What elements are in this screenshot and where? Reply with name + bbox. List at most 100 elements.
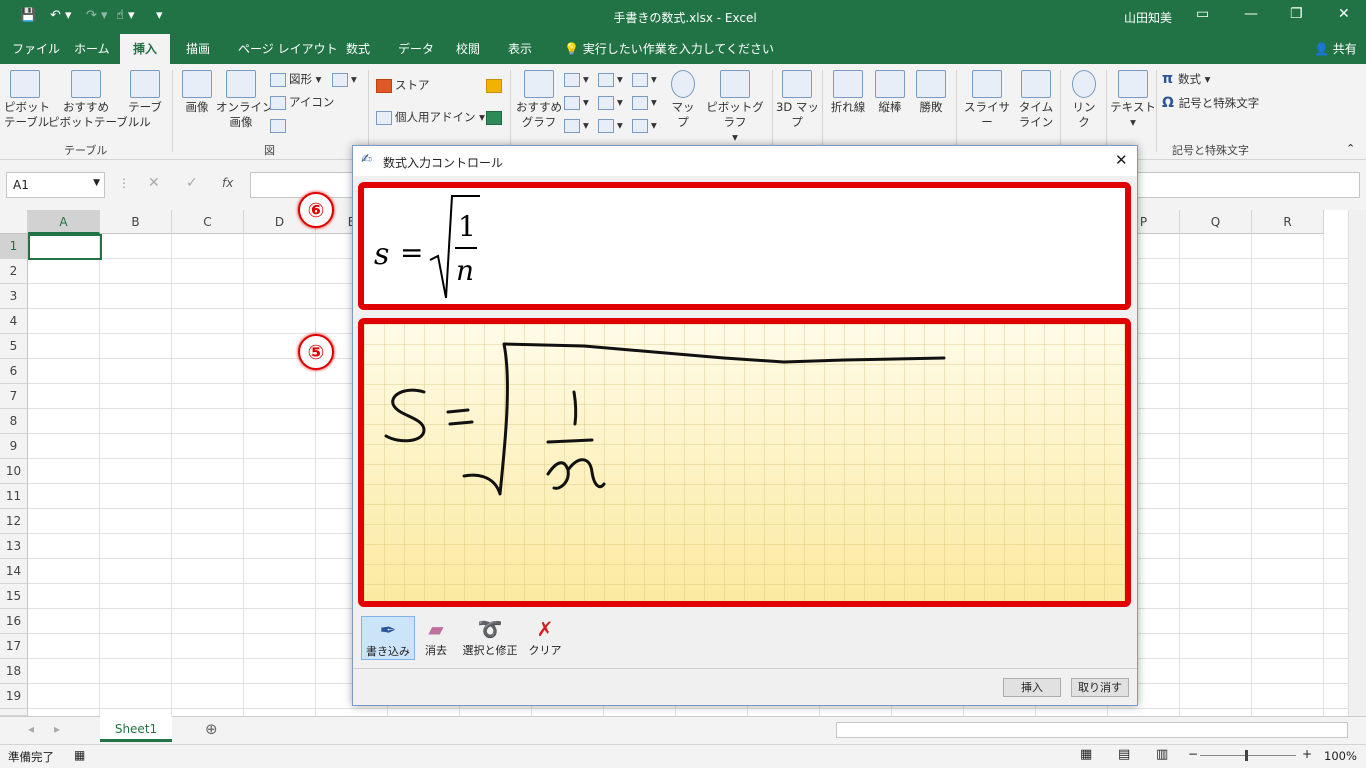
store-button[interactable]: ストア bbox=[376, 78, 430, 93]
tab-review[interactable]: 校閲 bbox=[448, 34, 488, 64]
link-button[interactable]: リン ク bbox=[1064, 70, 1104, 130]
handwriting-canvas[interactable] bbox=[358, 318, 1131, 607]
line-chart-button[interactable]: ▾ bbox=[564, 95, 589, 110]
minimize-icon[interactable]: — bbox=[1244, 6, 1258, 22]
tell-me-search[interactable]: 💡 実行したい作業を入力してください bbox=[556, 34, 782, 64]
column-header-q[interactable]: Q bbox=[1180, 210, 1252, 234]
symbol-button[interactable]: Ω 記号と特殊文字 bbox=[1162, 96, 1259, 111]
zoom-slider-thumb[interactable] bbox=[1245, 750, 1248, 761]
write-tool-button[interactable]: ✒ 書き込み bbox=[361, 616, 415, 660]
pivot-table-button[interactable]: ピボット テーブル bbox=[4, 70, 50, 130]
row-header-11[interactable]: 11 bbox=[0, 484, 28, 509]
tab-draw[interactable]: 描画 bbox=[178, 34, 218, 64]
customize-qat-icon[interactable]: ▾ bbox=[156, 8, 163, 23]
radar-chart-button[interactable]: ▾ bbox=[632, 118, 657, 133]
row-header-1[interactable]: 1 bbox=[0, 234, 28, 259]
my-addins-button[interactable]: 個人用アドイン ▾ bbox=[376, 110, 485, 125]
tab-data[interactable]: データ bbox=[390, 34, 442, 64]
tab-formulas[interactable]: 数式 bbox=[338, 34, 378, 64]
row-header-12[interactable]: 12 bbox=[0, 509, 28, 534]
hierarchy-chart-button[interactable]: ▾ bbox=[598, 72, 623, 87]
chevron-down-icon[interactable]: ▼ bbox=[93, 178, 100, 188]
bing-maps-button[interactable] bbox=[486, 78, 505, 93]
sheet-tab[interactable]: Sheet1 bbox=[100, 716, 172, 742]
insert-button[interactable]: 挿入 bbox=[1003, 678, 1061, 697]
row-header-14[interactable]: 14 bbox=[0, 559, 28, 584]
text-button[interactable]: テキスト ▾ bbox=[1110, 70, 1156, 130]
row-header-15[interactable]: 15 bbox=[0, 584, 28, 609]
column-header-c[interactable]: C bbox=[172, 210, 244, 234]
column-header-r[interactable]: R bbox=[1252, 210, 1324, 234]
cancel-button[interactable]: 取り消す bbox=[1071, 678, 1129, 697]
tab-page-layout[interactable]: ページ レイアウト bbox=[230, 34, 346, 64]
row-header-9[interactable]: 9 bbox=[0, 434, 28, 459]
horizontal-scrollbar[interactable] bbox=[836, 722, 1348, 738]
selected-cell[interactable] bbox=[28, 234, 102, 260]
row-header-18[interactable]: 18 bbox=[0, 659, 28, 684]
tab-home[interactable]: ホーム bbox=[66, 34, 118, 64]
undo-icon[interactable]: ↶ ▾ bbox=[50, 8, 72, 23]
column-header-a[interactable]: A bbox=[28, 210, 100, 234]
row-header-3[interactable]: 3 bbox=[0, 284, 28, 309]
column-header-b[interactable]: B bbox=[100, 210, 172, 234]
tab-file[interactable]: ファイル bbox=[4, 34, 68, 64]
online-picture-button[interactable]: オンライン 画像 bbox=[216, 70, 274, 130]
timeline-button[interactable]: タイム ライン bbox=[1016, 70, 1056, 130]
equation-button[interactable]: π 数式 ▾ bbox=[1162, 72, 1210, 87]
page-layout-view-icon[interactable]: ▤ bbox=[1118, 747, 1130, 762]
table-button[interactable]: テーブル bbox=[124, 70, 166, 130]
confirm-entry-icon[interactable]: ✓ bbox=[186, 175, 198, 191]
picture-button[interactable]: 画像 bbox=[180, 70, 214, 115]
row-header-4[interactable]: 4 bbox=[0, 309, 28, 334]
row-header-10[interactable]: 10 bbox=[0, 459, 28, 484]
row-header-17[interactable]: 17 bbox=[0, 634, 28, 659]
sheet-next-icon[interactable]: ▸ bbox=[54, 722, 60, 736]
share-button[interactable]: 👤 共有 bbox=[1306, 34, 1365, 64]
sparkline-column-button[interactable]: 縦棒 bbox=[872, 70, 908, 115]
tab-insert[interactable]: 挿入 bbox=[120, 34, 170, 64]
maximize-icon[interactable]: ❐ bbox=[1290, 6, 1303, 22]
3d-model-button[interactable] bbox=[270, 118, 289, 133]
row-header-6[interactable]: 6 bbox=[0, 359, 28, 384]
user-name[interactable]: 山田知美 bbox=[1124, 9, 1172, 26]
select-correct-tool-button[interactable]: ➰ 選択と修正 bbox=[459, 616, 521, 660]
row-header-8[interactable]: 8 bbox=[0, 409, 28, 434]
icons-button[interactable]: アイコン bbox=[270, 95, 334, 110]
page-break-view-icon[interactable]: ▥ bbox=[1156, 747, 1168, 762]
3d-map-button[interactable]: 3D マッ プ bbox=[776, 70, 819, 130]
scatter-chart-button[interactable]: ▾ bbox=[598, 118, 623, 133]
macro-record-icon[interactable]: ▦ bbox=[74, 748, 85, 762]
pivot-chart-button[interactable]: ピボットグラフ ▾ bbox=[702, 70, 768, 145]
zoom-in-icon[interactable]: + bbox=[1302, 747, 1312, 761]
zoom-level[interactable]: 100% bbox=[1324, 749, 1357, 763]
collapse-ribbon-icon[interactable]: ⌃ bbox=[1346, 142, 1355, 155]
redo-icon[interactable]: ↷ ▾ bbox=[86, 8, 108, 23]
sparkline-winloss-button[interactable]: 勝敗 bbox=[912, 70, 950, 115]
erase-tool-button[interactable]: ▰ 消去 bbox=[419, 616, 453, 660]
zoom-slider[interactable] bbox=[1200, 755, 1296, 756]
add-sheet-icon[interactable]: ⊕ bbox=[205, 720, 218, 738]
close-icon[interactable]: ✕ bbox=[1115, 151, 1128, 169]
row-header-2[interactable]: 2 bbox=[0, 259, 28, 284]
column-chart-button[interactable]: ▾ bbox=[564, 72, 589, 87]
recommended-pivot-button[interactable]: おすすめ ピボットテーブル bbox=[48, 70, 139, 130]
select-all-corner[interactable] bbox=[0, 210, 28, 234]
slicer-button[interactable]: スライサー bbox=[960, 70, 1014, 130]
people-graph-button[interactable] bbox=[486, 110, 505, 125]
sheet-prev-icon[interactable]: ◂ bbox=[28, 722, 34, 736]
row-header-20[interactable]: 20 bbox=[0, 709, 28, 728]
waterfall-chart-button[interactable]: ▾ bbox=[632, 72, 657, 87]
row-header-5[interactable]: 5 bbox=[0, 334, 28, 359]
recommended-charts-button[interactable]: おすすめ グラフ bbox=[516, 70, 562, 130]
row-header-16[interactable]: 16 bbox=[0, 609, 28, 634]
insert-function-button[interactable]: fx bbox=[222, 176, 233, 190]
maps-button[interactable]: マッ プ bbox=[666, 70, 700, 130]
statistic-chart-button[interactable]: ▾ bbox=[598, 95, 623, 110]
save-icon[interactable]: 💾 bbox=[20, 8, 36, 23]
row-header-19[interactable]: 19 bbox=[0, 684, 28, 709]
shapes-button[interactable]: 図形 ▾ bbox=[270, 72, 321, 87]
row-header-7[interactable]: 7 bbox=[0, 384, 28, 409]
pie-chart-button[interactable]: ▾ bbox=[564, 118, 589, 133]
row-header-13[interactable]: 13 bbox=[0, 534, 28, 559]
cancel-entry-icon[interactable]: ✕ bbox=[148, 175, 160, 191]
